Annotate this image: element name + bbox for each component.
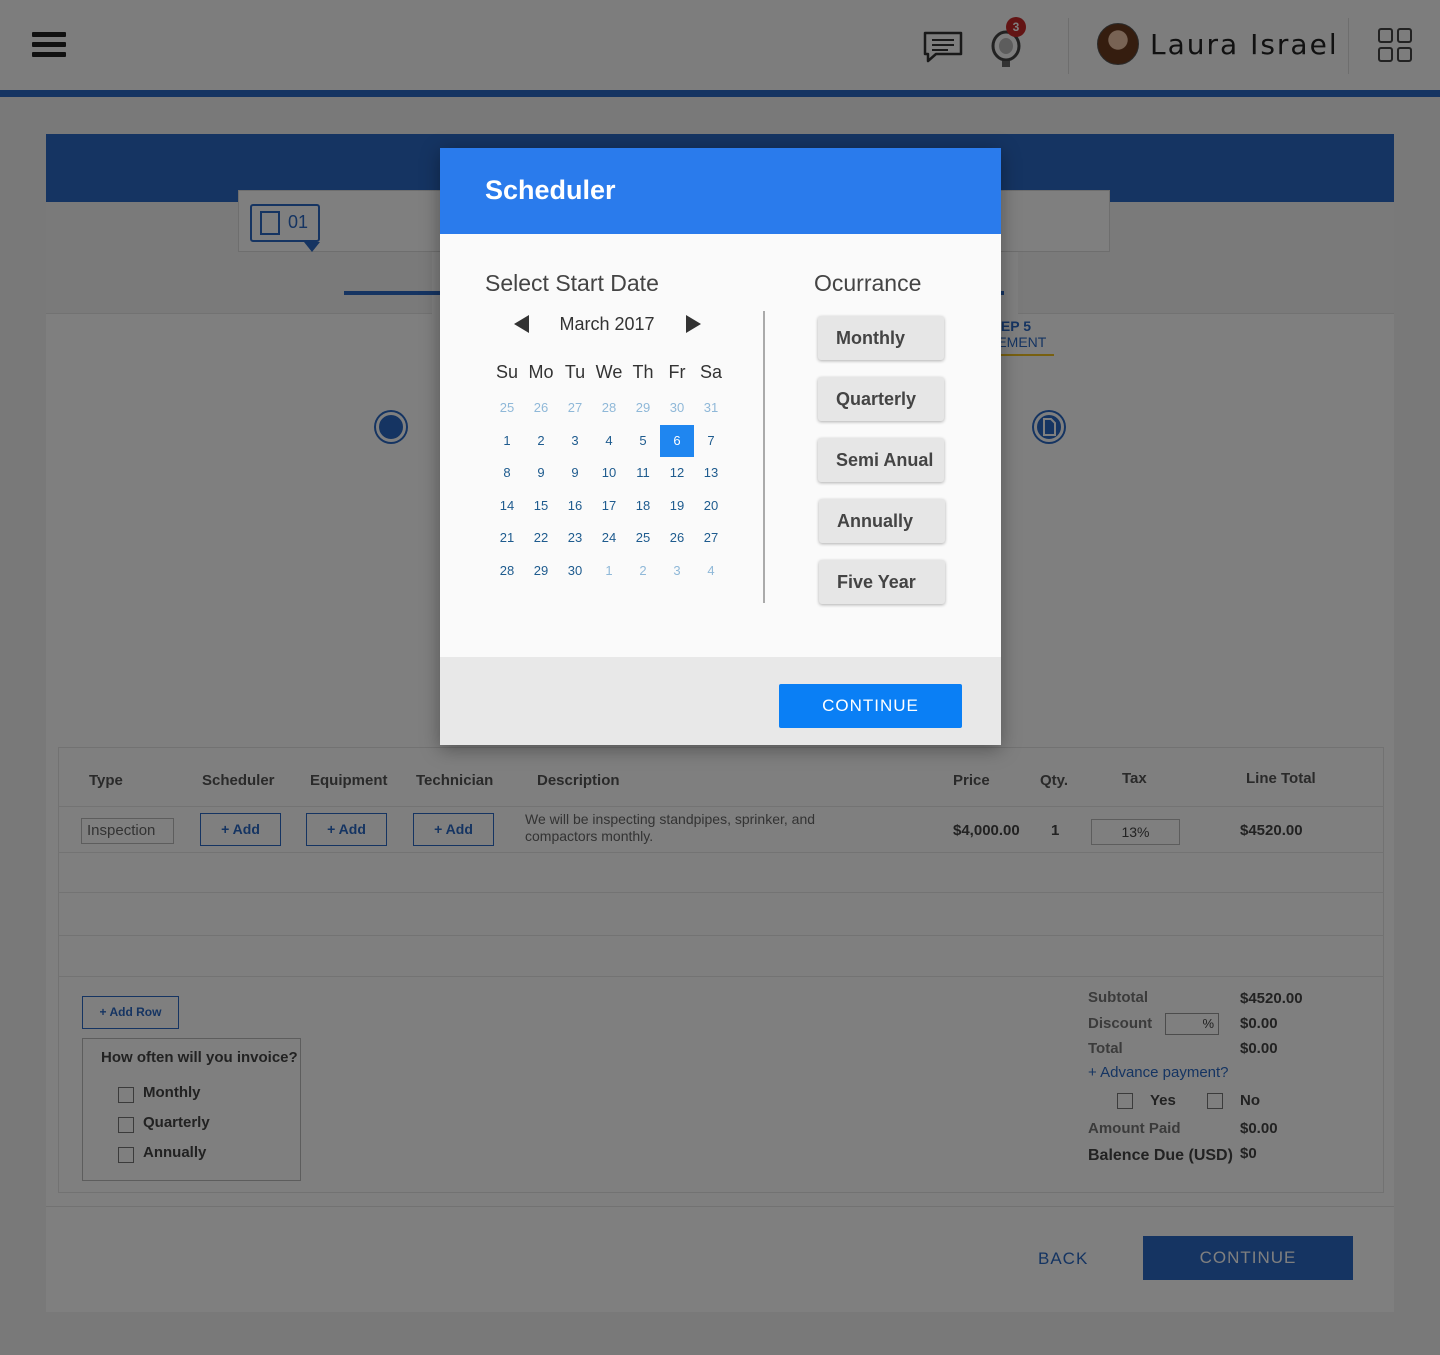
calendar-day[interactable]: 27 (558, 392, 592, 424)
calendar-day[interactable]: 22 (524, 522, 558, 554)
occurrence-annually-button[interactable]: Annually (819, 499, 945, 543)
calendar-day[interactable]: 9 (524, 457, 558, 489)
calendar-day[interactable]: 17 (592, 490, 626, 522)
start-date-title: Select Start Date (485, 270, 659, 296)
weekday-label: Sa (699, 362, 723, 382)
calendar-day-selected[interactable]: 6 (660, 424, 694, 457)
calendar-day[interactable]: 14 (490, 490, 524, 522)
calendar-day[interactable]: 28 (592, 392, 626, 424)
calendar-day[interactable]: 26 (660, 522, 694, 554)
calendar-day[interactable]: 9 (558, 457, 592, 489)
calendar-day[interactable]: 5 (626, 425, 660, 457)
calendar-day[interactable]: 2 (626, 555, 660, 587)
calendar-day[interactable]: 4 (592, 425, 626, 457)
modal-continue-button[interactable]: CONTINUE (779, 684, 962, 728)
calendar-day[interactable]: 16 (558, 490, 592, 522)
calendar-day[interactable]: 27 (694, 522, 728, 554)
modal-divider (763, 311, 765, 603)
calendar-day[interactable]: 26 (524, 392, 558, 424)
calendar-day[interactable]: 30 (660, 392, 694, 424)
calendar-day[interactable]: 15 (524, 490, 558, 522)
weekday-label: Th (632, 362, 654, 382)
calendar-day[interactable]: 21 (490, 522, 524, 554)
calendar-day[interactable]: 19 (660, 490, 694, 522)
calendar-day[interactable]: 2 (524, 425, 558, 457)
calendar-day[interactable]: 10 (592, 457, 626, 489)
calendar-day[interactable]: 3 (558, 425, 592, 457)
calendar-day[interactable]: 1 (490, 425, 524, 457)
weekday-label: Su (495, 362, 519, 382)
calendar-day[interactable]: 12 (660, 457, 694, 489)
calendar-day[interactable]: 4 (694, 555, 728, 587)
calendar-day[interactable]: 18 (626, 490, 660, 522)
occurrence-five-year-button[interactable]: Five Year (819, 560, 945, 604)
calendar-day[interactable]: 25 (626, 522, 660, 554)
scheduler-modal: Scheduler Select Start Date Ocurrance Ma… (440, 148, 1001, 745)
calendar-day[interactable]: 23 (558, 522, 592, 554)
occurrence-semi-annual-button[interactable]: Semi Anual (818, 438, 944, 482)
calendar-day[interactable]: 28 (490, 555, 524, 587)
occurrence-quarterly-button[interactable]: Quarterly (818, 377, 944, 421)
weekday-label: Mo (528, 362, 554, 382)
calendar-month-label: March 2017 (559, 314, 655, 334)
calendar-day[interactable]: 7 (694, 425, 728, 457)
calendar-day[interactable]: 11 (626, 457, 660, 489)
calendar-day[interactable]: 29 (524, 555, 558, 587)
modal-header: Scheduler (440, 148, 1001, 234)
weekday-label: Fr (668, 362, 686, 382)
calendar-day[interactable]: 29 (626, 392, 660, 424)
modal-title: Scheduler (485, 175, 616, 205)
calendar-day[interactable]: 8 (490, 457, 524, 489)
calendar-day[interactable]: 1 (592, 555, 626, 587)
calendar-day[interactable]: 24 (592, 522, 626, 554)
prev-month-icon[interactable] (514, 315, 529, 333)
weekday-label: Tu (564, 362, 586, 382)
next-month-icon[interactable] (686, 315, 701, 333)
occurrence-monthly-button[interactable]: Monthly (818, 316, 944, 360)
occurrence-title: Ocurrance (814, 270, 922, 296)
calendar-day[interactable]: 20 (694, 490, 728, 522)
calendar-day[interactable]: 3 (660, 555, 694, 587)
calendar-day[interactable]: 25 (490, 392, 524, 424)
calendar-day[interactable]: 31 (694, 392, 728, 424)
weekday-label: We (595, 362, 623, 382)
calendar-day[interactable]: 13 (694, 457, 728, 489)
calendar-day[interactable]: 30 (558, 555, 592, 587)
